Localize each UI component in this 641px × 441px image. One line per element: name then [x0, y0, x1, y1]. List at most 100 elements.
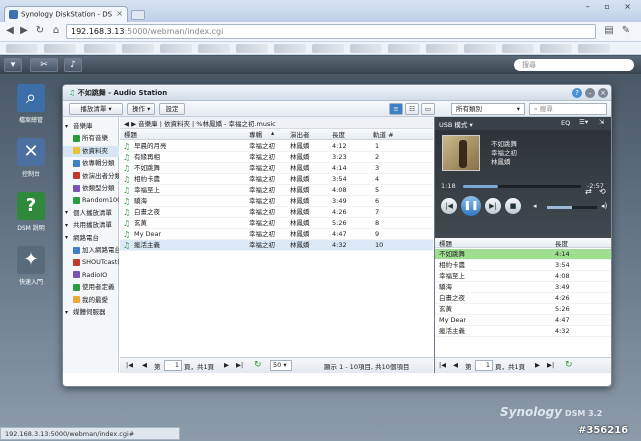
sidebar-item[interactable]: ▾ 媒體伺服器 [63, 307, 119, 318]
sidebar-item[interactable]: SHOUTcast(TM) [63, 257, 119, 268]
col-title-header[interactable]: 標題 [124, 129, 137, 139]
song-row[interactable]: ♫ 玄黃 幸福之初 林鳳嬌 5:26 8 [120, 218, 433, 229]
sidebar-item[interactable]: ▾ 共用播放清單 [63, 220, 119, 231]
bookmark-item[interactable] [122, 44, 154, 53]
sidebar-item[interactable]: 依專輯分類 [63, 158, 119, 169]
queue-prev-page-icon[interactable]: ◀ [453, 361, 458, 369]
bookmark-item[interactable] [44, 44, 76, 53]
window-title-bar[interactable]: ♫ 不如跳舞 - Audio Station [63, 85, 611, 101]
queue-first-page-icon[interactable]: |◀ [439, 361, 446, 369]
queue-row[interactable]: 不如跳舞 4:14 [435, 249, 611, 260]
bookmark-item[interactable] [6, 44, 38, 53]
bookmark-item[interactable] [426, 44, 458, 53]
control-panel-task-icon[interactable]: ✂ [30, 58, 58, 72]
breadcrumb[interactable]: ◀ ▶ 音樂庫 | 依資料夾 | %林鳳嬌 - 幸福之初.music [120, 117, 433, 129]
bookmark-item[interactable] [388, 44, 420, 53]
bookmark-item[interactable] [198, 44, 230, 53]
back-arrow-icon[interactable]: ◀ ▶ [124, 120, 136, 128]
bookmark-item[interactable] [84, 44, 116, 53]
queue-row[interactable]: 幸福至上 4:08 [435, 271, 611, 282]
col-artist-header[interactable]: 演出者 [290, 129, 310, 139]
bookmark-item[interactable] [312, 44, 344, 53]
new-tab-button[interactable] [131, 10, 145, 20]
actions-dropdown[interactable]: 操作 ▾ [127, 103, 155, 115]
sidebar-item[interactable]: ▾ 音樂庫 [63, 121, 119, 132]
queue-row[interactable]: 玄黃 5:26 [435, 304, 611, 315]
sidebar-item[interactable]: RadioIO [63, 270, 119, 281]
queue-page-input[interactable]: 1 [475, 360, 493, 371]
desktop-icon-file-browser[interactable]: ⌕ 檔案總管 [8, 84, 54, 124]
col-track-header[interactable]: 軌道 # [373, 129, 394, 139]
song-row[interactable]: ♫ 有緣再相 幸福之初 林鳳嬌 3:23 2 [120, 152, 433, 163]
progress-slider[interactable] [463, 185, 581, 188]
desktop-icon-control-panel[interactable]: ✕ 控制台 [8, 138, 54, 178]
queue-row[interactable]: 白畫之夜 4:26 [435, 293, 611, 304]
first-page-icon[interactable]: |◀ [126, 361, 133, 369]
song-row[interactable]: ♫ 不如跳舞 幸福之初 林鳳嬌 4:14 3 [120, 163, 433, 174]
list-view-icon[interactable]: ≡ [389, 103, 403, 115]
queue-last-page-icon[interactable]: ▶| [547, 361, 554, 369]
sidebar-item[interactable]: 所有音樂 [63, 133, 119, 144]
previous-button[interactable]: |◀ [441, 198, 457, 214]
stop-button[interactable]: ■ [505, 198, 521, 214]
song-row[interactable]: ♫ 瘋活主義 幸福之初 林鳳嬌 4:32 10 [120, 240, 433, 251]
col-album-header[interactable]: 專輯 [249, 129, 262, 139]
back-icon[interactable]: ◀ [4, 25, 16, 37]
song-row[interactable]: ♫ 幸福至上 幸福之初 林鳳嬌 4:08 5 [120, 185, 433, 196]
close-button[interactable]: × [598, 88, 608, 98]
sidebar-item[interactable]: 我的最愛 [63, 295, 119, 306]
wrench-icon[interactable]: ✎ [620, 25, 632, 37]
volume-slider[interactable] [547, 206, 597, 209]
reload-icon[interactable]: ↻ [34, 25, 46, 37]
queue-col-title[interactable]: 標題 [439, 238, 452, 248]
playlist-dropdown[interactable]: 播放清單 ▾ [69, 103, 123, 115]
window-controls[interactable]: – ▫ × [586, 2, 637, 11]
song-row[interactable]: ♫ My Dear 幸福之初 林鳳嬌 4:47 9 [120, 229, 433, 240]
song-search-input[interactable]: ⌕ 搜尋 [529, 103, 607, 115]
next-button[interactable]: ▶| [485, 198, 501, 214]
desktop-icon-dsm-help[interactable]: ? DSM 說明 [8, 192, 54, 232]
shuffle-icon[interactable]: ⇄ [585, 187, 592, 196]
per-page-select[interactable]: 50 ▾ [270, 360, 292, 371]
bookmark-item[interactable] [502, 44, 534, 53]
close-tab-icon[interactable]: × [116, 9, 123, 18]
usb-mode-dropdown[interactable]: USB 模式 ▾ [439, 121, 473, 129]
bookmark-item[interactable] [236, 44, 268, 53]
queue-next-page-icon[interactable]: ▶ [535, 361, 540, 369]
desktop-icon-quick-start[interactable]: ✦ 快速入門 [8, 246, 54, 286]
forward-icon[interactable]: ▶ [18, 25, 30, 37]
detail-view-icon[interactable]: ☷ [405, 103, 419, 115]
queue-row[interactable]: 相約卡農 3:54 [435, 260, 611, 271]
queue-row[interactable]: 瘋活主義 4:32 [435, 326, 611, 337]
prev-page-icon[interactable]: ◀ [142, 361, 147, 369]
main-menu-icon[interactable]: ▾ [4, 58, 22, 72]
page-number-input[interactable]: 1 [164, 360, 182, 371]
sidebar-item[interactable]: ▾ 網路電台 [63, 233, 119, 244]
bookmark-item[interactable] [274, 44, 306, 53]
cover-view-icon[interactable]: ▭ [421, 103, 435, 115]
sidebar-item[interactable]: Random100 [63, 195, 119, 206]
help-button[interactable]: ? [572, 88, 582, 98]
queue-refresh-icon[interactable]: ↻ [565, 360, 573, 370]
queue-row[interactable]: My Dear 4:47 [435, 315, 611, 326]
expand-icon[interactable]: ⇲ [599, 118, 604, 126]
col-duration-header[interactable]: 長度 [332, 129, 345, 139]
song-row[interactable]: ♫ 驕海 幸福之初 林鳳嬌 3:49 6 [120, 196, 433, 207]
browser-tab[interactable]: Synology DiskStation - DS × [4, 6, 128, 22]
audio-station-task-icon[interactable]: ♪ [64, 58, 82, 72]
sidebar-item[interactable]: 依演出者分類 [63, 171, 119, 182]
last-page-icon[interactable]: ▶| [236, 361, 243, 369]
minimize-button[interactable]: – [585, 88, 595, 98]
bookmark-item[interactable] [578, 44, 610, 53]
page-menu-icon[interactable]: ▤ [603, 25, 615, 37]
bookmark-item[interactable] [350, 44, 382, 53]
queue-col-duration[interactable]: 長度 [555, 238, 568, 248]
queue-row[interactable]: 驕海 3:49 [435, 282, 611, 293]
sidebar-item[interactable]: 加入網路電台 [63, 245, 119, 256]
address-bar[interactable]: 192.168.3.13:5000/webman/index.cgi [66, 24, 596, 39]
refresh-icon[interactable]: ↻ [254, 360, 262, 370]
bookmark-item[interactable] [464, 44, 496, 53]
song-row[interactable]: ♫ 白畫之夜 幸福之初 林鳳嬌 4:26 7 [120, 207, 433, 218]
dsm-search-input[interactable]: 搜尋 [514, 59, 634, 71]
repeat-icon[interactable]: ⟲ [599, 187, 606, 196]
